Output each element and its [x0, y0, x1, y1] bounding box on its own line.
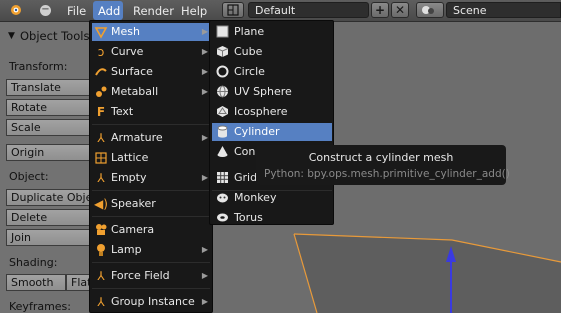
origin-button[interactable]: Origin	[6, 144, 92, 161]
add-menu-item-text[interactable]: F Text	[92, 103, 210, 121]
mesh-icon	[94, 25, 108, 39]
mesh-item-cylinder[interactable]: Cylinder	[212, 123, 332, 141]
add-menu-item-mesh[interactable]: Mesh ▶	[92, 23, 210, 41]
mesh-item-icosphere[interactable]: Icosphere	[212, 103, 332, 121]
add-menu-item-empty[interactable]: ⅄ Empty ▶	[92, 169, 210, 187]
menu-render[interactable]: Render	[133, 4, 174, 18]
add-menu-item-metaball[interactable]: Metaball ▶	[92, 83, 210, 101]
submenu-arrow-icon: ▶	[201, 67, 208, 76]
grid-icon	[216, 171, 229, 184]
screen-layout-icon[interactable]	[222, 2, 244, 18]
armature-icon: ⅄	[97, 131, 105, 145]
menu-file[interactable]: File	[67, 4, 86, 18]
add-menu-item-force-field[interactable]: ⅄ Force Field ▶	[92, 267, 210, 285]
duplicate-objects-button[interactable]: Duplicate Objects	[6, 189, 92, 206]
scale-button[interactable]: Scale	[6, 119, 92, 136]
scene-field[interactable]: Scene	[446, 2, 561, 18]
mesh-item-uv-sphere[interactable]: UV Sphere	[212, 83, 332, 101]
submenu-arrow-icon: ▶	[201, 47, 208, 56]
lattice-icon	[94, 151, 108, 165]
menu-add[interactable]: Add	[98, 4, 120, 18]
menu-separator	[92, 216, 210, 217]
monkey-icon	[216, 191, 229, 204]
add-menu-item-speaker[interactable]: ◀) Speaker	[92, 195, 210, 213]
add-menu-item-lamp[interactable]: Lamp ▶	[92, 241, 210, 259]
text-icon: F	[96, 105, 106, 119]
circle-icon	[216, 65, 229, 78]
scene-icon[interactable]	[416, 2, 444, 18]
torus-icon	[216, 211, 229, 224]
submenu-arrow-icon: ▶	[201, 133, 208, 142]
selected-mesh-face	[294, 234, 561, 313]
join-button[interactable]: Join	[6, 229, 92, 246]
mesh-item-torus[interactable]: Torus	[212, 209, 332, 227]
add-layout-icon[interactable]: +	[371, 2, 389, 18]
add-menu-item-surface[interactable]: Surface ▶	[92, 63, 210, 81]
collapse-menu-icon[interactable]: −	[40, 5, 51, 16]
submenu-arrow-icon: ▶	[201, 173, 208, 182]
metaball-icon	[94, 85, 108, 99]
speaker-icon: ◀)	[94, 197, 108, 211]
menu-separator	[92, 190, 210, 191]
transform-label: Transform:	[9, 60, 68, 73]
add-menu-item-lattice[interactable]: Lattice	[92, 149, 210, 167]
menu-separator	[92, 262, 210, 263]
panel-title[interactable]: Object Tools	[20, 29, 89, 43]
keyframes-label: Keyframes:	[9, 300, 71, 313]
panel-collapse-icon[interactable]: ▼	[8, 31, 15, 41]
menu-separator	[92, 288, 210, 289]
menu-help[interactable]: Help	[181, 4, 207, 18]
submenu-arrow-icon: ▶	[201, 271, 208, 280]
mesh-item-monkey[interactable]: Monkey	[212, 189, 332, 207]
menu-separator	[92, 124, 210, 125]
cone-icon	[216, 145, 229, 158]
force-field-icon: ⅄	[97, 269, 105, 283]
mesh-item-plane[interactable]: Plane	[212, 23, 332, 41]
cube-icon	[216, 45, 229, 58]
uv-sphere-icon	[216, 85, 229, 98]
group-instance-icon: ⅄	[97, 295, 105, 309]
object-label: Object:	[9, 170, 49, 183]
delete-layout-icon[interactable]: ✕	[391, 2, 409, 18]
tool-shelf: ▼ Object Tools Transform: Translate Rota…	[0, 22, 92, 313]
tooltip-python: Python: bpy.ops.mesh.primitive_cylinder_…	[264, 168, 510, 180]
submenu-arrow-icon: ▶	[201, 27, 208, 36]
shading-label: Shading:	[9, 256, 58, 269]
add-menu-item-armature[interactable]: ⅄ Armature ▶	[92, 129, 210, 147]
icosphere-icon	[216, 105, 229, 118]
submenu-arrow-icon: ▶	[201, 297, 208, 306]
top-header: − File Add Render Help Default + ✕ Scene	[0, 0, 561, 22]
empty-icon: ⅄	[97, 171, 105, 185]
mesh-item-circle[interactable]: Circle	[212, 63, 332, 81]
surface-icon	[94, 65, 108, 79]
screen-layout-field[interactable]: Default	[248, 2, 369, 18]
plane-icon	[216, 25, 229, 38]
cylinder-icon	[216, 125, 229, 138]
submenu-arrow-icon: ▶	[201, 87, 208, 96]
add-menu-item-camera[interactable]: Camera	[92, 221, 210, 239]
blender-logo-icon[interactable]	[8, 3, 24, 17]
lamp-icon	[94, 243, 108, 257]
add-menu-item-curve[interactable]: ↄ Curve ▶	[92, 43, 210, 61]
mesh-item-cube[interactable]: Cube	[212, 43, 332, 61]
camera-icon	[94, 223, 108, 237]
mesh-submenu: Plane Cube Circle UV Sphere Icosphere Cy…	[209, 20, 334, 225]
add-menu: Mesh ▶ ↄ Curve ▶ Surface ▶ Metaball ▶ F …	[89, 20, 213, 313]
tooltip: Construct a cylinder mesh Python: bpy.op…	[256, 145, 510, 185]
submenu-arrow-icon: ▶	[201, 245, 208, 254]
rotate-button[interactable]: Rotate	[6, 99, 92, 116]
smooth-button[interactable]: Smooth	[6, 274, 66, 291]
delete-button[interactable]: Delete	[6, 209, 92, 226]
tooltip-title: Construct a cylinder mesh	[308, 151, 454, 164]
translate-button[interactable]: Translate	[6, 79, 92, 96]
curve-icon: ↄ	[97, 45, 105, 59]
add-menu-item-group-instance[interactable]: ⅄ Group Instance ▶	[92, 293, 210, 311]
